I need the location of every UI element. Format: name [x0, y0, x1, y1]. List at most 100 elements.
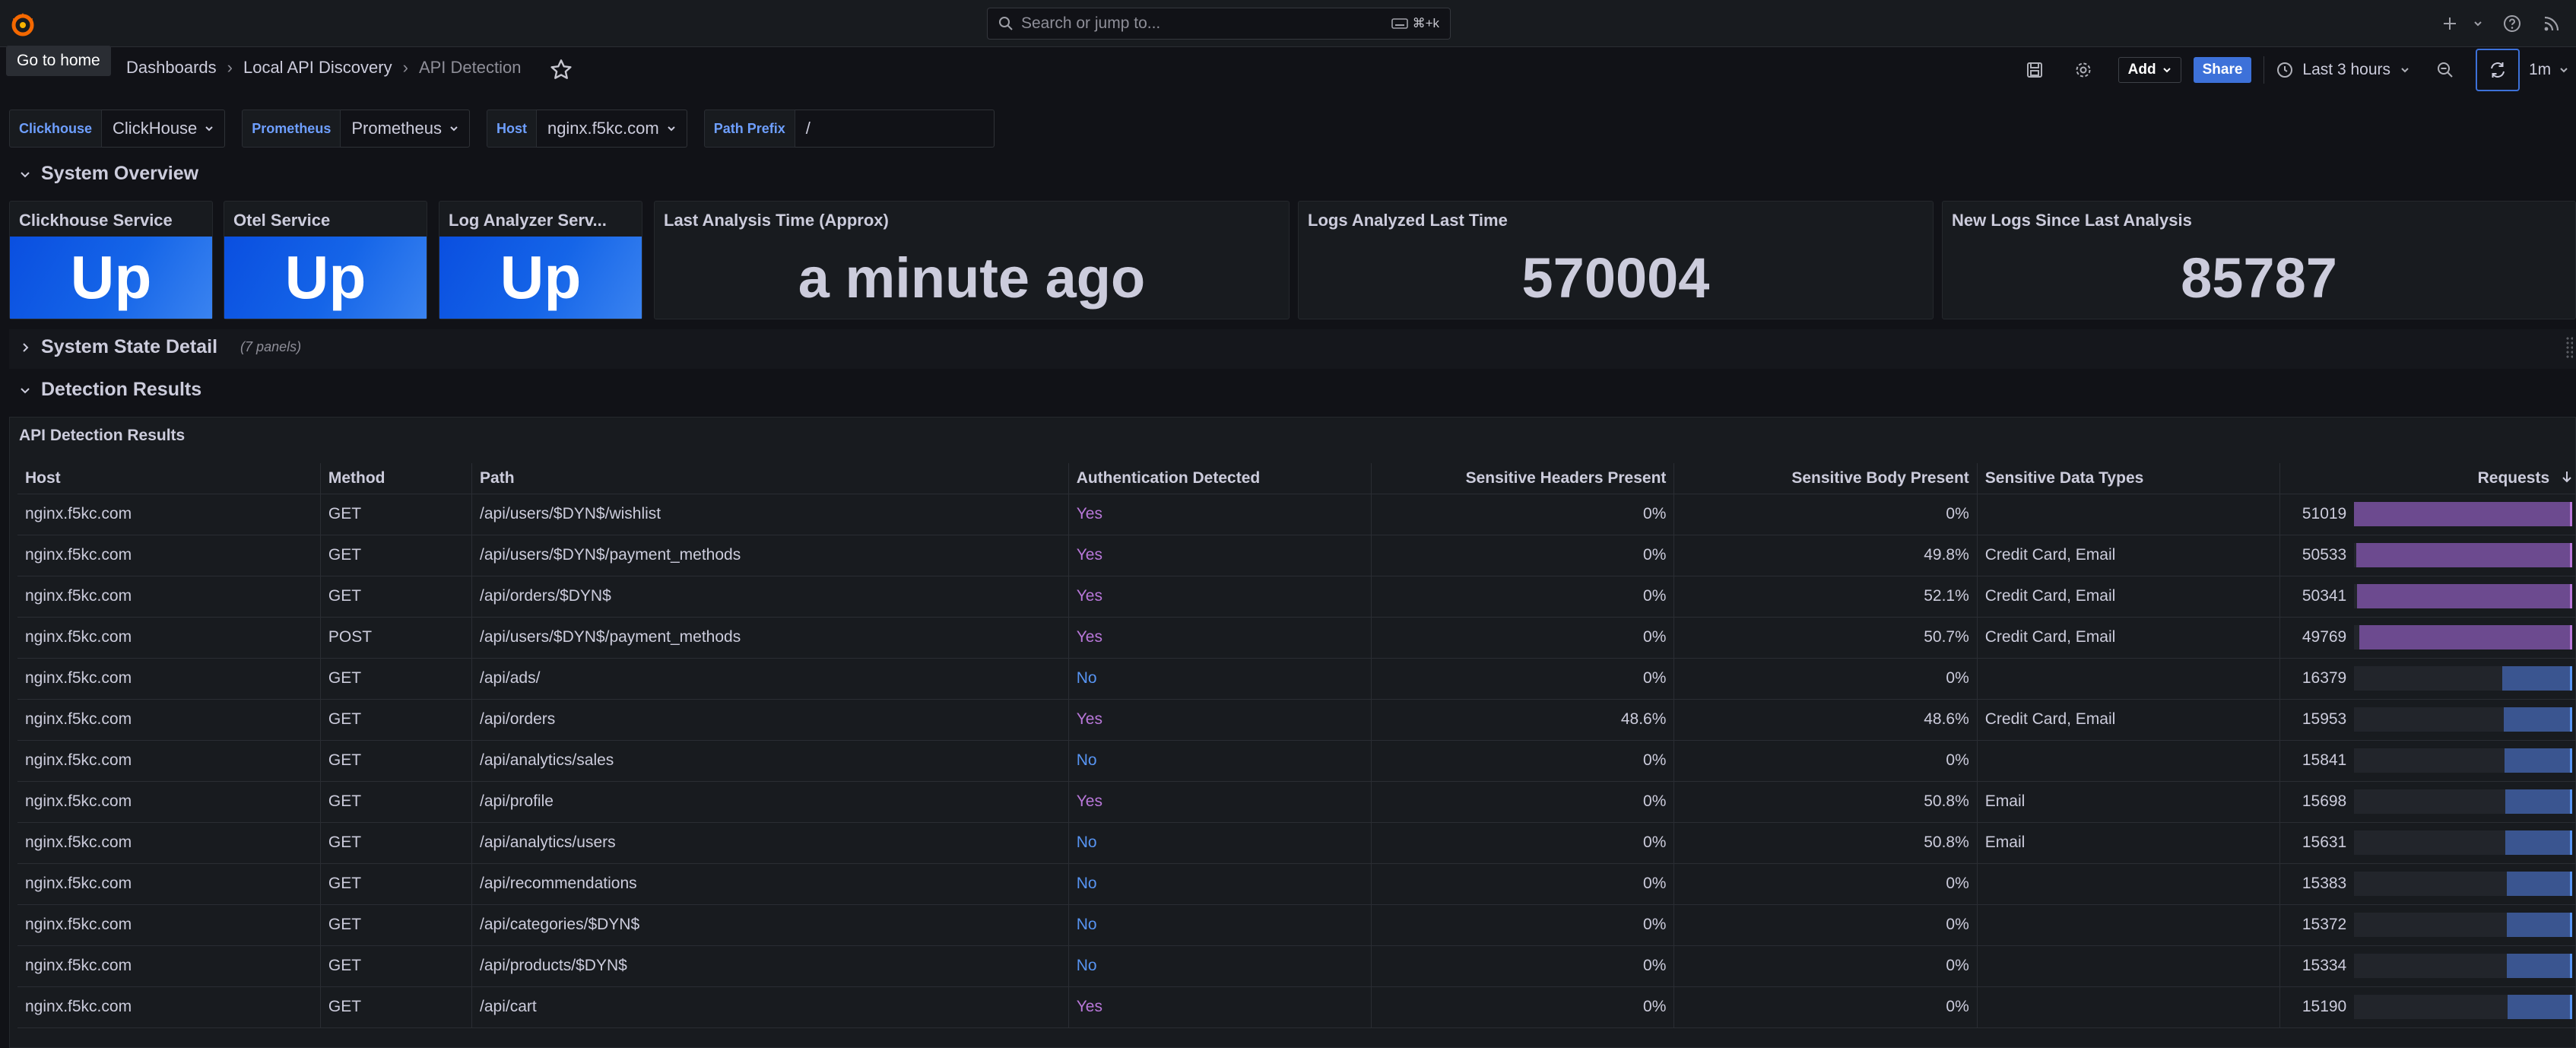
requests-gauge — [2354, 584, 2572, 608]
path-prefix-input[interactable]: / — [795, 110, 995, 148]
refresh-button[interactable] — [2476, 49, 2520, 91]
table-row[interactable]: nginx.f5kc.com GET/api/analytics/sales No 0… — [17, 740, 2576, 782]
save-button[interactable] — [2021, 56, 2048, 84]
requests-gauge-fill — [2505, 789, 2572, 814]
column-header-sensitive-body[interactable]: Sensitive Body Present — [1673, 463, 1978, 494]
news-button[interactable] — [2541, 13, 2562, 34]
cell-auth: No — [1068, 904, 1372, 946]
requests-gauge-fill — [2505, 830, 2572, 855]
time-range-picker[interactable]: Last 3 hours — [2276, 61, 2410, 79]
column-header-auth[interactable]: Authentication Detected — [1068, 463, 1372, 494]
table-row[interactable]: nginx.f5kc.com GET/api/users/$DYN$/wishli… — [17, 494, 2576, 535]
requests-gauge-fill — [2504, 748, 2572, 773]
column-header-method[interactable]: Method — [319, 463, 472, 494]
column-header-host[interactable]: Host — [17, 463, 321, 494]
cell-host: nginx.f5kc.com — [17, 617, 321, 659]
help-icon — [2504, 15, 2520, 32]
cell-method: GET — [319, 658, 472, 700]
cell-auth: Yes — [1068, 781, 1372, 823]
variable-label: Host — [486, 110, 537, 148]
cell-path: /api/cart — [471, 986, 1069, 1028]
drag-handle-icon[interactable] — [2565, 336, 2573, 359]
stat-panel-new-logs[interactable]: New Logs Since Last Analysis 85787 — [1942, 201, 2576, 319]
cell-requests: 15953 — [2279, 699, 2576, 741]
table-row[interactable]: nginx.f5kc.com GET/api/profile Yes 0% 50.8% E… — [17, 781, 2576, 823]
stat-panel-clickhouse[interactable]: Clickhouse Service Up — [9, 201, 213, 319]
variable-host: Host nginx.f5kc.com — [486, 110, 687, 148]
settings-button[interactable] — [2070, 56, 2097, 84]
share-button[interactable]: Share — [2193, 57, 2252, 83]
cell-host: nginx.f5kc.com — [17, 904, 321, 946]
cell-data-types: Credit Card, Email — [1976, 576, 2280, 618]
refresh-interval-picker[interactable]: 1m — [2520, 61, 2576, 79]
new-dropdown-button[interactable] — [2442, 13, 2483, 34]
table-panel-api-detection: API Detection Results Host Method Path A… — [9, 417, 2576, 1048]
breadcrumb-folder[interactable]: Local API Discovery — [243, 58, 392, 78]
column-header-path[interactable]: Path — [471, 463, 1069, 494]
breadcrumb-dashboards[interactable]: Dashboards — [126, 58, 217, 78]
help-button[interactable] — [2501, 13, 2523, 34]
top-bar: Search or jump to... ⌘+k — [0, 0, 2576, 47]
table-row[interactable]: nginx.f5kc.com GET/api/cart Yes 0% 0% 15190 — [17, 986, 2576, 1028]
column-header-data-types[interactable]: Sensitive Data Types — [1976, 463, 2280, 494]
row-system-state-detail[interactable]: System State Detail (7 panels) — [18, 336, 301, 358]
star-icon[interactable] — [549, 58, 573, 82]
time-range-label: Last 3 hours — [2302, 61, 2390, 78]
stat-panel-otel[interactable]: Otel Service Up — [224, 201, 427, 319]
table-row[interactable]: nginx.f5kc.com GET/api/categories/$DYN$ No… — [17, 904, 2576, 946]
cell-host: nginx.f5kc.com — [17, 822, 321, 864]
variable-select-host[interactable]: nginx.f5kc.com — [536, 110, 687, 148]
row-detection-results[interactable]: Detection Results — [18, 379, 201, 401]
requests-gauge — [2354, 954, 2572, 978]
cell-data-types — [1976, 904, 2280, 946]
column-header-requests[interactable]: Requests — [2279, 463, 2576, 494]
table-row[interactable]: nginx.f5kc.com GET/api/analytics/users No 0… — [17, 822, 2576, 864]
table-row[interactable]: nginx.f5kc.com GET/api/orders/$DYN$ Yes 0% 5… — [17, 576, 2576, 618]
cell-sensitive-body: 52.1% — [1673, 576, 1978, 618]
cell-auth: No — [1068, 658, 1372, 700]
grafana-logo-icon[interactable] — [9, 11, 36, 38]
search-input[interactable]: Search or jump to... ⌘+k — [987, 8, 1451, 40]
add-button[interactable]: Add — [2118, 57, 2181, 83]
stat-panel-last-analysis[interactable]: Last Analysis Time (Approx) a minute ago — [654, 201, 1290, 319]
chevron-down-icon — [21, 171, 30, 177]
cell-method: GET — [319, 699, 472, 741]
cell-sensitive-headers: 0% — [1371, 617, 1674, 659]
variable-label: Path Prefix — [703, 110, 795, 148]
table-row[interactable]: nginx.f5kc.com POST/api/users/$DYN$/payme… — [17, 617, 2576, 659]
table-row[interactable]: nginx.f5kc.com GET/api/products/$DYN$ No 0%… — [17, 945, 2576, 987]
stat-panel-logs-analyzed[interactable]: Logs Analyzed Last Time 570004 — [1298, 201, 1934, 319]
cell-requests: 15698 — [2279, 781, 2576, 823]
cell-data-types — [1976, 986, 2280, 1028]
cell-sensitive-headers: 0% — [1371, 945, 1674, 987]
zoom-out-button[interactable] — [2432, 56, 2459, 84]
table-row[interactable]: nginx.f5kc.com GET/api/recommendations No 0… — [17, 863, 2576, 905]
stat-panel-log-analyzer[interactable]: Log Analyzer Serv... Up — [439, 201, 642, 319]
requests-cell-content: 51019 — [2288, 494, 2572, 535]
home-tooltip: Go to home — [6, 46, 111, 76]
table-row[interactable]: nginx.f5kc.com GET/api/orders Yes 48.6% 48.6… — [17, 699, 2576, 741]
chevron-right-icon: › — [227, 58, 233, 77]
table-row[interactable]: nginx.f5kc.com GET/api/users/$DYN$/paymen… — [17, 535, 2576, 576]
panel-title: New Logs Since Last Analysis — [1952, 211, 2192, 230]
cell-sensitive-body: 50.7% — [1673, 617, 1978, 659]
table-row[interactable]: nginx.f5kc.com GET/api/ads/No 0% 0% 16379 — [17, 658, 2576, 700]
row-system-overview[interactable]: System Overview — [18, 163, 198, 185]
cell-path: /api/users/$DYN$/wishlist — [471, 494, 1069, 535]
cell-host: nginx.f5kc.com — [17, 494, 321, 535]
cell-sensitive-headers: 0% — [1371, 576, 1674, 618]
column-header-sensitive-headers[interactable]: Sensitive Headers Present — [1371, 463, 1674, 494]
cell-auth: Yes — [1068, 494, 1372, 535]
cell-auth: No — [1068, 822, 1372, 864]
row-panel-count: (7 panels) — [240, 339, 302, 354]
cell-auth: Yes — [1068, 986, 1372, 1028]
requests-value: 15841 — [2302, 751, 2347, 769]
keyboard-icon — [1391, 18, 1408, 29]
cell-path: /api/analytics/sales — [471, 740, 1069, 782]
requests-value: 49769 — [2302, 628, 2347, 646]
chevron-down-icon — [667, 126, 675, 132]
variable-select-clickhouse[interactable]: ClickHouse — [102, 110, 226, 148]
cell-sensitive-body: 50.8% — [1673, 822, 1978, 864]
variable-select-prometheus[interactable]: Prometheus — [341, 110, 470, 148]
requests-gauge — [2354, 625, 2572, 649]
